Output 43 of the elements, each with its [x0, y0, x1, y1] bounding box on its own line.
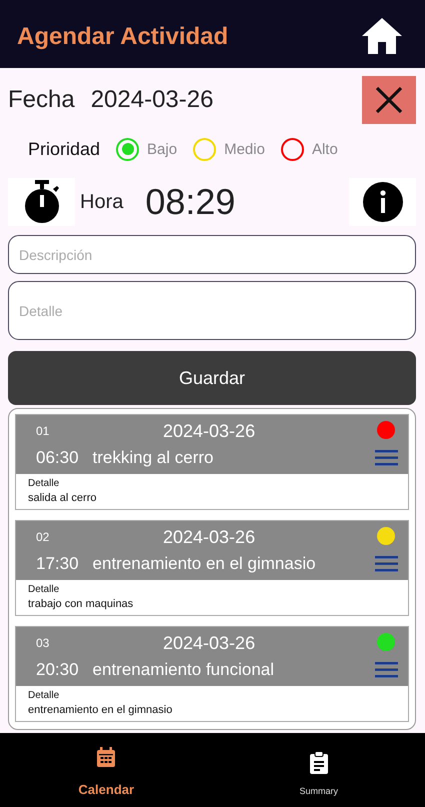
close-button[interactable] — [362, 76, 416, 124]
activity-date: 2024-03-26 — [163, 420, 256, 442]
info-icon — [362, 182, 402, 222]
timer-button[interactable] — [8, 178, 75, 226]
detail-text: salida al cerro — [28, 492, 98, 504]
detail-field[interactable]: Detalle — [8, 281, 416, 340]
activity-time: 17:30 — [36, 554, 79, 574]
menu-icon[interactable] — [375, 556, 398, 572]
nav-tab[interactable]: Calendar — [0, 733, 212, 807]
menu-icon[interactable] — [375, 662, 398, 678]
item-number: 02 — [36, 530, 50, 544]
nav-tab[interactable]: Summary — [212, 737, 425, 807]
activity-title: entrenamiento en el gimnasio — [92, 554, 316, 574]
item-number: 03 — [36, 636, 50, 650]
clipboard-icon — [308, 751, 329, 774]
priority-label: Prioridad — [28, 138, 100, 160]
home-icon — [361, 17, 403, 55]
date-label: Fecha — [8, 86, 75, 114]
calendar-icon — [96, 747, 116, 770]
activity-date: 2024-03-26 — [163, 526, 256, 548]
activity-time: 20:30 — [36, 660, 79, 680]
detail-label: Detalle — [28, 478, 60, 489]
activity-title: entrenamiento funcional — [92, 660, 274, 680]
menu-icon[interactable] — [375, 450, 398, 466]
item-number: 01 — [36, 424, 50, 438]
detail-label: Detalle — [28, 584, 60, 595]
radio-button[interactable] — [280, 138, 304, 160]
time-label: Hora — [80, 190, 124, 214]
save-button[interactable]: Guardar — [8, 351, 416, 405]
description-field[interactable]: Descripción — [8, 235, 416, 274]
home-button[interactable] — [361, 17, 403, 55]
time-value: 08:29 — [145, 181, 236, 223]
activity-date: 2024-03-26 — [163, 632, 256, 654]
screen-title: Agendar Actividad — [17, 23, 228, 51]
detail-text: trabajo con maquinas — [28, 598, 134, 610]
close-icon — [374, 85, 404, 115]
activity-title: trekking al cerro — [92, 448, 214, 468]
detail-text: entrenamiento en el gimnasio — [28, 704, 174, 716]
date-value: 2024-03-26 — [90, 86, 214, 114]
info-button[interactable] — [349, 178, 416, 226]
radio-button[interactable] — [116, 138, 140, 160]
activity-time: 06:30 — [36, 448, 79, 468]
detail-label: Detalle — [28, 690, 60, 701]
